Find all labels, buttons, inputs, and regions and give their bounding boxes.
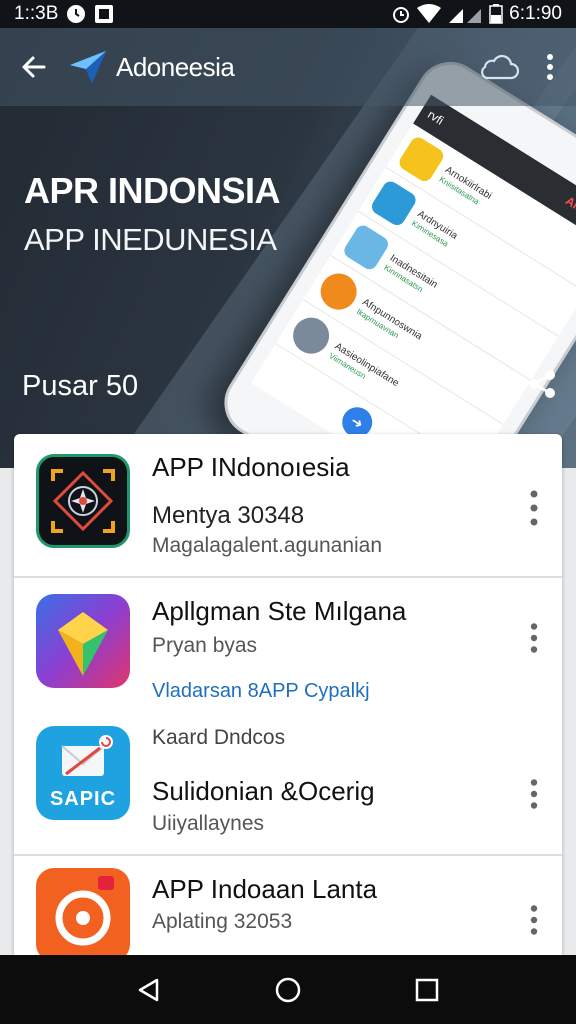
- clock-icon: [66, 4, 86, 24]
- status-bar: 1::3B 6:1:90: [0, 0, 576, 28]
- square-recents-icon: [415, 978, 438, 1001]
- hero-banner: rvfi Aindnesia Arnokiirlrabi Kniisitasat…: [0, 28, 576, 468]
- item-more-button[interactable]: [518, 616, 550, 660]
- app-developer: Magalagalent.agunanian: [152, 534, 383, 557]
- nav-back-button[interactable]: [119, 960, 179, 1020]
- more-options-button[interactable]: [538, 45, 562, 89]
- phone-row-icon: [314, 266, 364, 316]
- app-meta: Aplating 32053: [152, 910, 293, 933]
- phone-row-icon: [396, 134, 447, 184]
- app-list: APP INdonoıesia Mentya 30348 Magalagalen…: [14, 434, 562, 994]
- item-more-button[interactable]: [518, 486, 550, 530]
- more-vert-icon: [530, 490, 538, 526]
- phone-header-left: rvfi: [425, 107, 447, 128]
- phone-screen: rvfi Aindnesia Arnokiirlrabi Kniisitasat…: [250, 94, 576, 468]
- app-list-item[interactable]: APP INdonoıesia Mentya 30348 Magalagalen…: [14, 434, 562, 576]
- app-title: Sulidonian &Ocerig: [152, 776, 375, 806]
- app-link[interactable]: Vladarsan 8APP Cypalkj: [152, 680, 370, 703]
- item-more-button[interactable]: [518, 898, 550, 942]
- paper-plane-logo-icon: [70, 51, 106, 83]
- signal-icon: [447, 4, 483, 24]
- app-category: Kaard Dndcos: [152, 726, 286, 749]
- nav-home-button[interactable]: [258, 960, 318, 1020]
- app-title: APP INdonoıesia: [152, 452, 350, 482]
- arrow-left-icon: [22, 56, 46, 78]
- app-title: Adoneesia: [116, 51, 235, 82]
- brand: Adoneesia: [68, 47, 235, 87]
- share-button[interactable]: [520, 362, 564, 406]
- hero-subtitle: APP INEDUNESIA: [24, 222, 277, 257]
- more-vert-icon: [547, 54, 553, 80]
- item-more-button[interactable]: [518, 772, 550, 816]
- battery-icon: [489, 4, 503, 24]
- status-time-right: 6:1:90: [509, 3, 562, 24]
- hero-title: APR INDONSIA: [24, 170, 281, 211]
- alarm-icon: [391, 4, 411, 24]
- system-nav-bar: [0, 955, 576, 1024]
- cloud-button[interactable]: [476, 45, 520, 89]
- sapic-icon-label: SAPIC: [49, 788, 117, 810]
- status-time-left: 1::3B: [14, 3, 59, 24]
- phone-row-icon: [341, 222, 392, 272]
- more-vert-icon: [530, 779, 538, 809]
- app-meta: Uiiyallaynes: [152, 812, 265, 835]
- app-title: Apllgman Ste Mılgana: [152, 596, 407, 626]
- app-meta: Mentya 30348: [152, 502, 305, 529]
- sapic-icon: SAPIC: [36, 726, 130, 820]
- screenshot-icon: [94, 4, 114, 24]
- nav-recents-button[interactable]: [397, 960, 457, 1020]
- back-button[interactable]: [0, 28, 68, 106]
- cloud-icon: [481, 54, 519, 80]
- phone-row-icon: [286, 310, 337, 361]
- compass-star-icon: [36, 454, 130, 548]
- target-icon: [36, 868, 130, 962]
- circle-home-icon: [275, 977, 301, 1002]
- wifi-icon: [417, 4, 442, 24]
- more-vert-icon: [530, 623, 538, 653]
- app-title: APP Indoaan Lanta: [152, 874, 378, 904]
- share-icon: [529, 370, 555, 398]
- phone-row-icon: [369, 178, 419, 228]
- app-bar: Adoneesia: [0, 28, 576, 106]
- app-meta: Pryan byas: [152, 634, 258, 657]
- hero-count-label: Pusar 50: [22, 370, 139, 402]
- triangle-back-icon: [139, 978, 159, 1001]
- more-vert-icon: [530, 905, 538, 935]
- folded-pin-icon: [36, 594, 130, 688]
